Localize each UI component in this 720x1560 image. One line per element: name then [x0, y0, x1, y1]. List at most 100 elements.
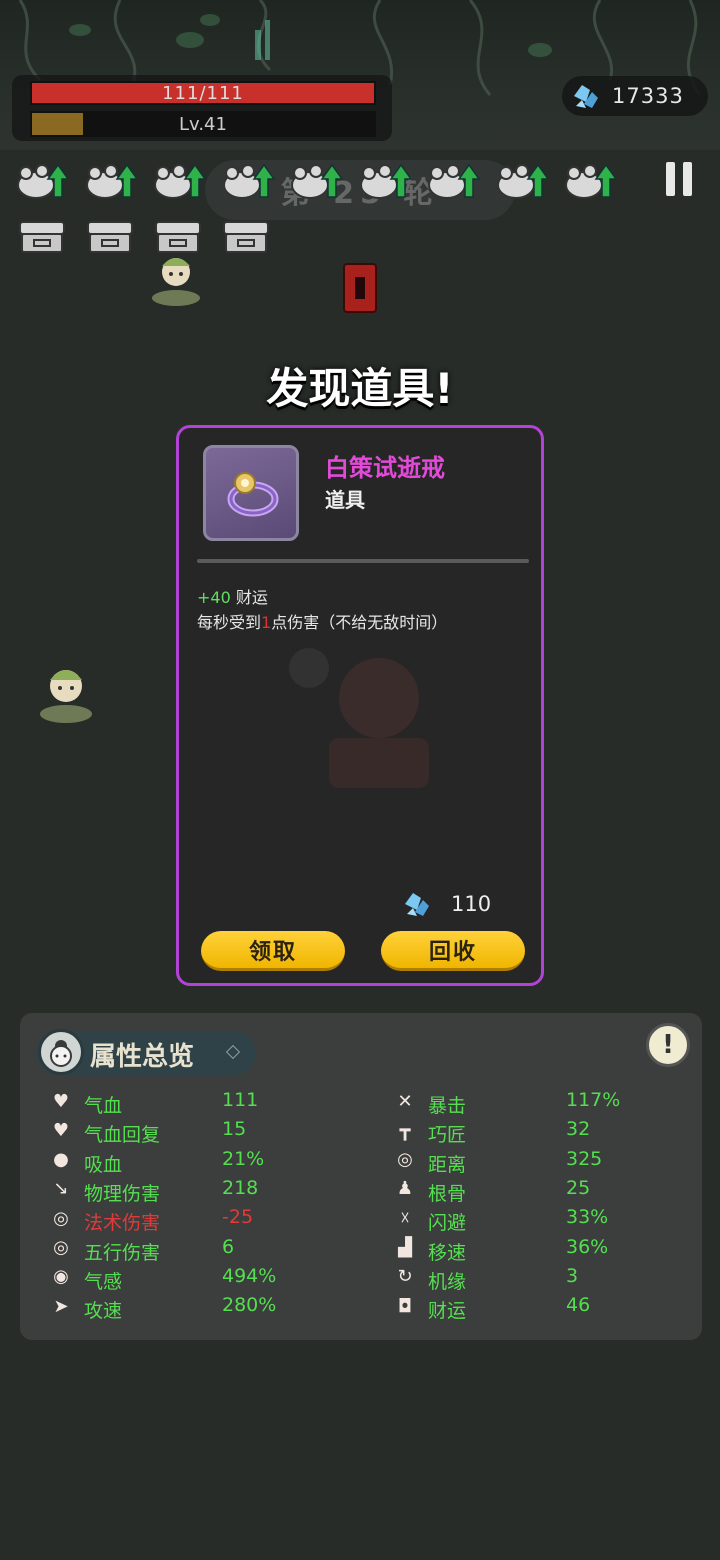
level-text: Lv.41: [179, 113, 227, 135]
stat-row: ♟ 根骨 25: [394, 1177, 694, 1205]
treasure-chest-icon: [220, 218, 272, 256]
luck-swirl-icon: ↻: [397, 1266, 413, 1288]
recycle-price-value: 110: [451, 892, 492, 916]
stat-label: 巧匠: [428, 1124, 467, 1147]
exclamation-icon: !: [662, 1030, 674, 1060]
ring-item-icon: [203, 445, 299, 541]
rat-upgrade-buff-icon: [425, 155, 483, 205]
effect-2-value: 1: [261, 613, 272, 632]
treasure-chest-icon: [16, 218, 68, 256]
stat-label: 物理伤害: [84, 1182, 161, 1205]
recycle-button[interactable]: 回收: [381, 931, 525, 971]
item-name: 白策试逝戒: [325, 454, 445, 482]
dodge-icon: ☓: [400, 1207, 410, 1229]
sword-icon: ↘: [53, 1178, 69, 1200]
stat-row: ♥ 气血 111: [50, 1089, 350, 1117]
diamond-ornament-icon: [225, 1044, 241, 1060]
stat-value: 21%: [222, 1147, 265, 1170]
character-avatar-icon: [38, 1029, 84, 1075]
stat-row: ◉ 气感 494%: [50, 1265, 350, 1293]
player-status-panel: 111/111 Lv.41: [12, 75, 392, 141]
stat-row: ♥ 气血回复 15: [50, 1118, 350, 1146]
pause-icon: [666, 162, 675, 196]
stat-row: ☓ 闪避 33%: [394, 1206, 694, 1234]
rat-upgrade-buff-icon: [14, 155, 72, 205]
dialog-title: 发现道具!: [266, 364, 454, 413]
rat-upgrade-buff-icon: [151, 155, 209, 205]
stat-label: 根骨: [428, 1182, 467, 1205]
rat-upgrade-buff-icon: [220, 155, 278, 205]
stat-label: 距离: [428, 1153, 467, 1176]
stat-value: 3: [566, 1264, 579, 1287]
stat-row: ▟ 移速 36%: [394, 1236, 694, 1264]
heart-icon: ♥: [52, 1090, 70, 1112]
rat-upgrade-buff-icon: [288, 155, 346, 205]
rat-upgrade-buff-icon: [494, 155, 552, 205]
stat-row: ┳ 巧匠 32: [394, 1118, 694, 1146]
effect-1-text: 财运: [230, 588, 268, 607]
stat-label: 财运: [428, 1300, 467, 1323]
stat-row: ◘ 财运 46: [394, 1294, 694, 1322]
character-ghost-art: [289, 648, 429, 788]
stat-row: ◎ 五行伤害 6: [50, 1236, 350, 1264]
qi-sense-icon: ◉: [53, 1266, 69, 1288]
effect-1-value: +40: [197, 588, 231, 607]
stat-value: 325: [566, 1147, 603, 1170]
stat-label: 法术伤害: [84, 1212, 161, 1235]
spirit-stone-icon: [405, 893, 429, 916]
stat-row: ◎ 法术伤害 -25: [50, 1206, 350, 1234]
stat-value: 111: [222, 1089, 259, 1111]
elements-spiral-icon: ◎: [53, 1237, 69, 1258]
stat-value: 6: [222, 1235, 235, 1258]
stat-value: 32: [566, 1118, 591, 1141]
treasure-chest-icon: [152, 218, 204, 256]
stat-label: 暴击: [428, 1095, 467, 1117]
stat-value: 33%: [566, 1206, 609, 1229]
hp-bar: 111/111: [30, 81, 376, 105]
spell-swirl-icon: ◎: [53, 1207, 69, 1229]
boot-icon: ▟: [398, 1237, 412, 1258]
heart-regen-icon: ♥: [52, 1119, 70, 1141]
pause-button[interactable]: [664, 160, 694, 198]
ring-icon: [227, 472, 279, 517]
coin-icon: ◘: [397, 1295, 413, 1317]
claim-button[interactable]: 领取: [201, 931, 345, 971]
spirit-stone-counter: 17333: [562, 76, 708, 116]
blood-drop-icon: ●: [53, 1149, 69, 1171]
info-button[interactable]: !: [646, 1023, 690, 1067]
card-divider: [197, 559, 529, 563]
stat-row: ◎ 距离 325: [394, 1148, 694, 1176]
item-type: 道具: [325, 488, 365, 512]
plant-spirit-enemy: [152, 258, 200, 306]
stat-row: ● 吸血 21%: [50, 1148, 350, 1176]
stat-value: 46: [566, 1294, 591, 1317]
effect-2-prefix: 每秒受到: [197, 613, 262, 632]
rat-upgrade-buff-icon: [357, 155, 415, 205]
stat-label: 吸血: [84, 1153, 123, 1176]
rat-upgrade-buff-icon: [562, 155, 620, 205]
spirit-stone-icon: [574, 85, 598, 108]
range-target-icon: ◎: [397, 1149, 413, 1171]
treasure-chest-icon: [84, 218, 136, 256]
attribute-header: 属性总览: [36, 1029, 256, 1075]
constitution-icon: ♟: [396, 1178, 414, 1200]
stat-row: ✕ 暴击 117%: [394, 1089, 694, 1117]
stat-label: 五行伤害: [84, 1241, 161, 1264]
stat-value: 36%: [566, 1235, 609, 1258]
pause-icon-bar: [683, 162, 692, 196]
stat-value: 280%: [222, 1294, 277, 1317]
spirit-stone-value: 17333: [612, 84, 684, 108]
stat-label: 气血回复: [84, 1124, 161, 1147]
attack-speed-icon: ➤: [53, 1295, 69, 1317]
rat-upgrade-buff-icon: [83, 155, 141, 205]
stat-label: 气感: [84, 1270, 123, 1293]
stat-value: 25: [566, 1176, 591, 1199]
stat-value: 117%: [566, 1089, 621, 1111]
stat-value: -25: [222, 1206, 254, 1229]
item-effect-1: +40 财运: [197, 584, 268, 608]
item-card: 白策试逝戒 道具 +40 财运 每秒受到1点伤害（不给无敌时间） 110 领取 …: [176, 425, 544, 986]
stat-value: 218: [222, 1176, 259, 1199]
stat-label: 移速: [428, 1241, 467, 1264]
stat-label: 闪避: [428, 1212, 467, 1235]
stat-value: 15: [222, 1118, 247, 1141]
